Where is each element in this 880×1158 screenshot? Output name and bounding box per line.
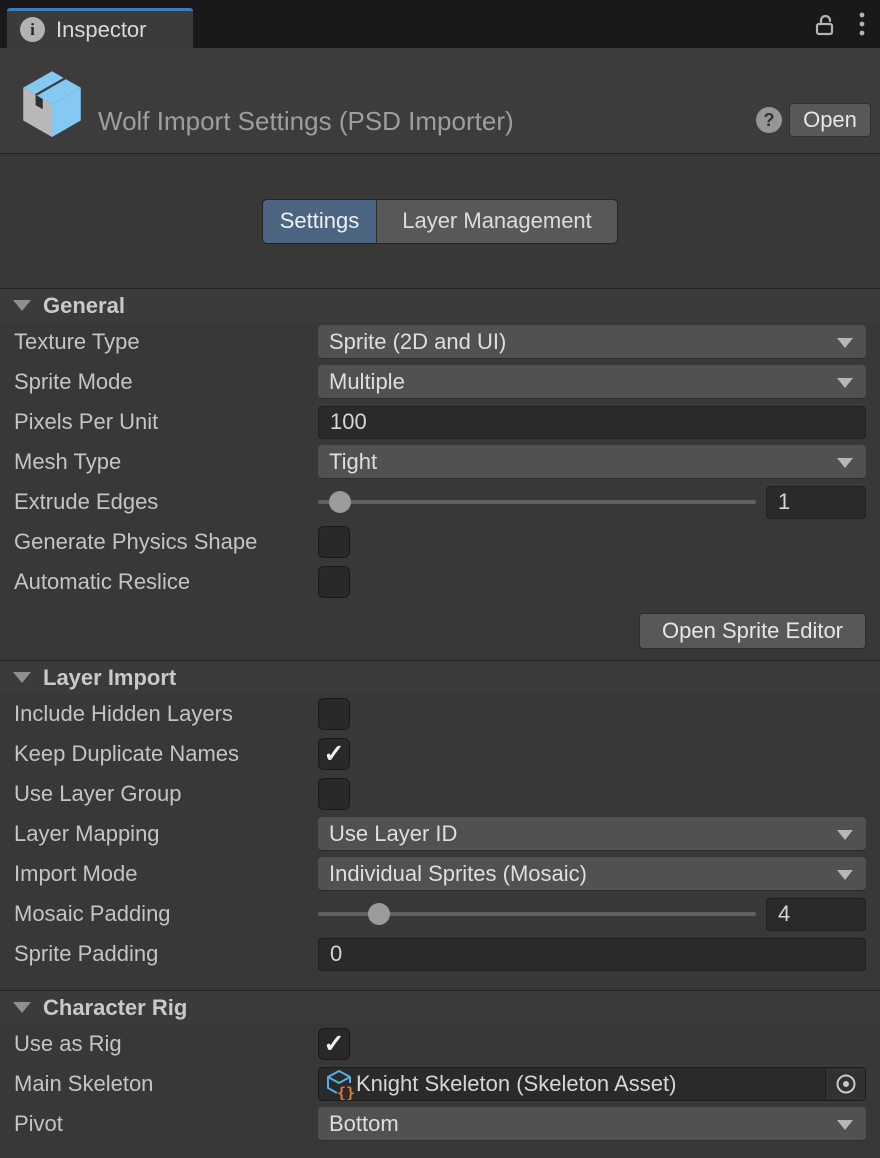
mesh-type-dropdown[interactable]: Tight	[318, 445, 866, 479]
open-sprite-editor-button[interactable]: Open Sprite Editor	[639, 613, 866, 649]
field-row-main-skeleton: Main Skeleton {} Knight Skeleton (Skelet…	[0, 1064, 880, 1104]
field-row-sprite-mode: Sprite Mode Multiple	[0, 362, 880, 402]
automatic-reslice-checkbox[interactable]	[318, 566, 350, 598]
texture-type-dropdown[interactable]: Sprite (2D and UI)	[318, 325, 866, 359]
lock-button[interactable]	[812, 12, 838, 38]
pivot-dropdown[interactable]: Bottom	[318, 1107, 866, 1141]
slider-handle[interactable]	[368, 903, 390, 925]
field-row-sprite-padding: Sprite Padding 0	[0, 934, 880, 974]
field-row-keep-duplicate-names: Keep Duplicate Names	[0, 734, 880, 774]
psd-package-cube-icon	[13, 61, 91, 144]
chevron-down-icon	[837, 870, 853, 880]
import-mode-dropdown[interactable]: Individual Sprites (Mosaic)	[318, 857, 866, 891]
asset-header: Wolf Import Settings (PSD Importer) ? Op…	[0, 48, 880, 154]
mosaic-padding-slider[interactable]	[318, 897, 756, 931]
open-button[interactable]: Open	[789, 103, 871, 137]
field-row-pixels-per-unit: Pixels Per Unit 100	[0, 402, 880, 442]
main-skeleton-object-field[interactable]: {} Knight Skeleton (Skeleton Asset)	[318, 1067, 866, 1101]
kebab-menu-icon	[858, 11, 866, 39]
info-icon: i	[20, 17, 45, 42]
field-row-import-mode: Import Mode Individual Sprites (Mosaic)	[0, 854, 880, 894]
dock-tab-bar: i Inspector	[0, 0, 880, 48]
page-title: Wolf Import Settings (PSD Importer)	[98, 106, 514, 137]
layer-mapping-dropdown[interactable]: Use Layer ID	[318, 817, 866, 851]
sprite-editor-button-row: Open Sprite Editor	[0, 602, 880, 660]
field-row-texture-type: Texture Type Sprite (2D and UI)	[0, 322, 880, 362]
sprite-mode-dropdown[interactable]: Multiple	[318, 365, 866, 399]
tab-layer-management[interactable]: Layer Management	[376, 200, 617, 243]
unlocked-padlock-icon	[812, 12, 838, 38]
field-row-use-layer-group: Use Layer Group	[0, 774, 880, 814]
section-header-character-rig[interactable]: Character Rig	[0, 990, 880, 1024]
include-hidden-layers-checkbox[interactable]	[318, 698, 350, 730]
chevron-down-icon	[13, 1002, 31, 1013]
mode-tab-zone: Settings Layer Management	[0, 154, 880, 288]
chevron-down-icon	[13, 672, 31, 683]
field-row-layer-mapping: Layer Mapping Use Layer ID	[0, 814, 880, 854]
pane-menu-button[interactable]	[858, 11, 866, 39]
target-picker-icon	[834, 1072, 858, 1096]
chevron-down-icon	[837, 1120, 853, 1130]
chevron-down-icon	[837, 458, 853, 468]
field-row-mesh-type: Mesh Type Tight	[0, 442, 880, 482]
svg-text:{}: {}	[337, 1084, 354, 1100]
question-mark-icon: ?	[756, 107, 782, 133]
field-row-extrude-edges: Extrude Edges 1	[0, 482, 880, 522]
use-as-rig-checkbox[interactable]	[318, 1028, 350, 1060]
field-row-automatic-reslice: Automatic Reslice	[0, 562, 880, 602]
field-row-include-hidden-layers: Include Hidden Layers	[0, 694, 880, 734]
use-layer-group-checkbox[interactable]	[318, 778, 350, 810]
keep-duplicate-names-checkbox[interactable]	[318, 738, 350, 770]
sprite-padding-input[interactable]: 0	[318, 938, 866, 971]
slider-handle[interactable]	[329, 491, 351, 513]
section-header-layer-import[interactable]: Layer Import	[0, 660, 880, 694]
field-row-pivot: Pivot Bottom	[0, 1104, 880, 1144]
scriptable-object-cube-icon: {}	[324, 1068, 354, 1100]
mosaic-padding-input[interactable]: 4	[766, 898, 866, 931]
chevron-down-icon	[837, 830, 853, 840]
tab-inspector-label: Inspector	[56, 17, 147, 43]
generate-physics-shape-checkbox[interactable]	[318, 526, 350, 558]
field-row-generate-physics-shape: Generate Physics Shape	[0, 522, 880, 562]
section-header-general[interactable]: General	[0, 288, 880, 322]
field-row-use-as-rig: Use as Rig	[0, 1024, 880, 1064]
extrude-edges-slider[interactable]	[318, 485, 756, 519]
tab-settings[interactable]: Settings	[263, 200, 376, 243]
pixels-per-unit-input[interactable]: 100	[318, 406, 866, 439]
chevron-down-icon	[837, 338, 853, 348]
tab-inspector[interactable]: i Inspector	[7, 8, 193, 48]
field-row-mosaic-padding: Mosaic Padding 4	[0, 894, 880, 934]
inspector-window: i Inspector	[0, 0, 880, 1158]
help-button[interactable]: ?	[756, 107, 782, 133]
chevron-down-icon	[837, 378, 853, 388]
extrude-edges-input[interactable]: 1	[766, 486, 866, 519]
object-picker-button[interactable]	[825, 1068, 865, 1100]
chevron-down-icon	[13, 300, 31, 311]
